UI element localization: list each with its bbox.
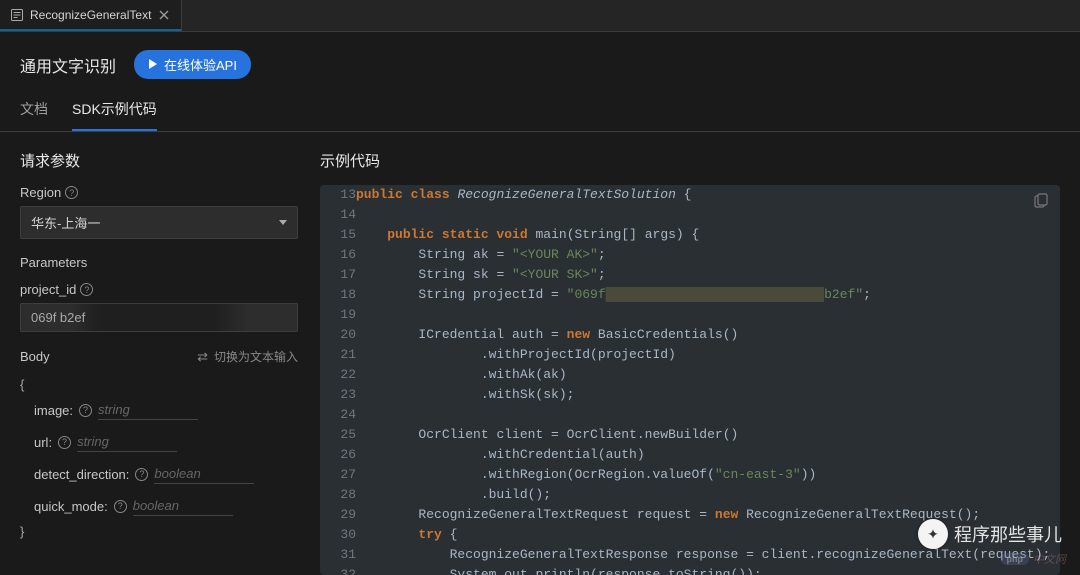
region-value: 华东-上海一 — [31, 213, 100, 232]
code-line: .withSk(sk); — [356, 385, 1060, 405]
play-icon — [148, 57, 158, 72]
watermark-site: php 中文网 — [1001, 551, 1067, 567]
body-field-name: url: — [34, 435, 52, 450]
copy-icon[interactable] — [1032, 193, 1050, 211]
line-number: 28 — [320, 485, 356, 505]
line-number: 14 — [320, 205, 356, 225]
watermark-avatar-icon: ✦ — [918, 519, 948, 549]
line-number: 29 — [320, 505, 356, 525]
body-field-name: image: — [34, 403, 73, 418]
line-number: 16 — [320, 245, 356, 265]
body-field-input[interactable] — [98, 400, 198, 420]
parameters-heading: Parameters — [20, 255, 298, 270]
try-api-button[interactable]: 在线体验API — [134, 50, 251, 79]
line-number: 21 — [320, 345, 356, 365]
body-field-row: url:? — [34, 426, 298, 458]
code-line: System.out.println(response.toString()); — [356, 565, 1060, 575]
help-icon[interactable]: ? — [58, 436, 71, 449]
body-field-input[interactable] — [133, 496, 233, 516]
body-field-row: detect_direction:? — [34, 458, 298, 490]
request-params-panel: 请求参数 Region ? 华东-上海一 Parameters project_… — [0, 132, 310, 575]
line-number: 22 — [320, 365, 356, 385]
watermark-badge: php — [1001, 553, 1030, 565]
code-line: .withCredential(auth) — [356, 445, 1060, 465]
code-line: .withProjectId(projectId) — [356, 345, 1060, 365]
line-number: 27 — [320, 465, 356, 485]
tab-title: RecognizeGeneralText — [30, 8, 151, 22]
help-icon[interactable]: ? — [135, 468, 148, 481]
tab-sdk[interactable]: SDK示例代码 — [72, 99, 157, 131]
page-title: 通用文字识别 — [20, 53, 116, 77]
line-number: 31 — [320, 545, 356, 565]
chevron-down-icon — [279, 220, 287, 225]
try-api-label: 在线体验API — [164, 55, 237, 74]
project-id-field[interactable]: 069f b2ef — [20, 303, 298, 332]
project-id-label-row: project_id ? — [20, 282, 298, 297]
line-number: 32 — [320, 565, 356, 575]
switch-to-text-input[interactable]: ⇄ 切换为文本输入 — [197, 348, 298, 365]
body-open-brace: { — [20, 375, 298, 394]
code-line: String projectId = "069f████████████████… — [356, 285, 1060, 305]
line-number: 19 — [320, 305, 356, 325]
code-line — [356, 205, 1060, 225]
line-number: 18 — [320, 285, 356, 305]
body-close-brace: } — [20, 522, 298, 541]
code-line: ICredential auth = new BasicCredentials(… — [356, 325, 1060, 345]
code-line: .withAk(ak) — [356, 365, 1060, 385]
code-line: String ak = "<YOUR AK>"; — [356, 245, 1060, 265]
line-number: 15 — [320, 225, 356, 245]
code-block[interactable]: 13public class RecognizeGeneralTextSolut… — [320, 185, 1060, 575]
code-table: 13public class RecognizeGeneralTextSolut… — [320, 185, 1060, 575]
body-field-name: detect_direction: — [34, 467, 129, 482]
code-line: String sk = "<YOUR SK>"; — [356, 265, 1060, 285]
sample-code-panel: 示例代码 13public class RecognizeGeneralText… — [310, 132, 1080, 575]
code-line: .build(); — [356, 485, 1060, 505]
body-field-input[interactable] — [154, 464, 254, 484]
request-params-title: 请求参数 — [20, 150, 298, 171]
code-line: .withRegion(OcrRegion.valueOf("cn-east-3… — [356, 465, 1060, 485]
line-number: 24 — [320, 405, 356, 425]
editor-tab[interactable]: RecognizeGeneralText — [0, 0, 182, 31]
watermark-main-text: 程序那些事儿 — [954, 521, 1062, 547]
line-number: 23 — [320, 385, 356, 405]
tab-bar: RecognizeGeneralText — [0, 0, 1080, 32]
body-field-input[interactable] — [77, 432, 177, 452]
help-icon[interactable]: ? — [114, 500, 127, 513]
project-id-label: project_id — [20, 282, 76, 297]
sample-code-title: 示例代码 — [320, 150, 1060, 171]
region-select[interactable]: 华东-上海一 — [20, 206, 298, 239]
body-label: Body — [20, 349, 50, 364]
line-number: 13 — [320, 185, 356, 205]
watermark-site-text: 中文网 — [1033, 551, 1066, 567]
swap-icon: ⇄ — [197, 349, 208, 365]
body-field-name: quick_mode: — [34, 499, 108, 514]
file-icon — [10, 8, 24, 22]
watermark-main: ✦ 程序那些事儿 — [918, 519, 1062, 549]
help-icon[interactable]: ? — [80, 283, 93, 296]
help-icon[interactable]: ? — [79, 404, 92, 417]
region-label-row: Region ? — [20, 185, 298, 200]
line-number: 25 — [320, 425, 356, 445]
help-icon[interactable]: ? — [65, 186, 78, 199]
line-number: 30 — [320, 525, 356, 545]
switch-text-label: 切换为文本输入 — [214, 348, 298, 365]
line-number: 17 — [320, 265, 356, 285]
code-line: OcrClient client = OcrClient.newBuilder(… — [356, 425, 1060, 445]
code-line — [356, 405, 1060, 425]
line-number: 20 — [320, 325, 356, 345]
body-field-row: image:? — [34, 394, 298, 426]
code-line — [356, 305, 1060, 325]
body-field-row: quick_mode:? — [34, 490, 298, 522]
line-number: 26 — [320, 445, 356, 465]
header: 通用文字识别 在线体验API — [0, 50, 1080, 91]
body-fields: image:?url:?detect_direction:?quick_mode… — [20, 394, 298, 522]
region-label: Region — [20, 185, 61, 200]
code-line: public class RecognizeGeneralTextSolutio… — [356, 185, 1060, 205]
code-line: public static void main(String[] args) { — [356, 225, 1060, 245]
sub-tabs: 文档 SDK示例代码 — [0, 91, 1080, 132]
tab-doc[interactable]: 文档 — [20, 99, 48, 131]
close-icon[interactable] — [157, 8, 171, 22]
